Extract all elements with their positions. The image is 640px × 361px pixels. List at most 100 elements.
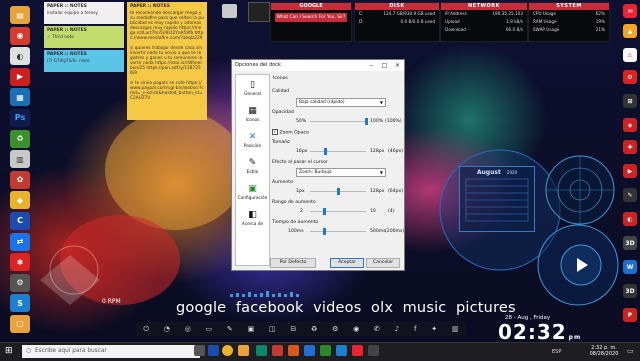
link-pictures[interactable]: pictures — [456, 300, 516, 316]
maximize-icon[interactable]: □ — [378, 60, 391, 71]
link-google[interactable]: google — [176, 300, 226, 316]
desktop-icon[interactable]: ◐ — [10, 47, 30, 66]
notification-icon[interactable]: ▭ — [627, 347, 634, 355]
desktop-icon[interactable]: ✱ — [10, 253, 30, 272]
google-search-input[interactable]: What Can I Search For You, Sir? — [275, 13, 347, 22]
skype-icon[interactable]: S — [10, 294, 30, 313]
desktop-icon[interactable]: ◆ — [10, 191, 30, 210]
desktop-icon[interactable]: C — [10, 211, 30, 230]
taskbar-app-icon[interactable] — [352, 345, 363, 356]
dock-icon[interactable]: ⏻ — [143, 325, 149, 334]
app-icon[interactable]: W — [623, 260, 637, 274]
dock-icon[interactable]: ◎ — [185, 325, 191, 333]
default-button[interactable]: Por Defecto — [270, 258, 316, 268]
app-icon[interactable]: ▲ — [623, 24, 637, 38]
taskbar-app-icon[interactable] — [304, 345, 315, 356]
close-icon[interactable]: × — [391, 60, 404, 71]
opacidad-slider-track[interactable] — [310, 121, 366, 122]
app-icon[interactable]: ⚠ — [623, 48, 637, 62]
dock-icon[interactable]: ⊟ — [290, 325, 296, 333]
desktop-icon[interactable]: ⇄ — [10, 232, 30, 251]
opacidad-slider-thumb[interactable] — [364, 118, 368, 125]
taskbar-search-input[interactable]: Escribe aquí para buscar — [22, 345, 200, 358]
sidebar-item-general[interactable]: ▯ General — [236, 79, 269, 101]
photoshop-icon[interactable]: Ps — [10, 108, 30, 127]
taskbar-app-icon[interactable] — [272, 345, 283, 356]
desktop-icon[interactable]: ♻ — [10, 129, 30, 148]
dock-icon[interactable]: ✎ — [227, 325, 233, 333]
sidebar-item-estilo[interactable]: ✎ Estilo — [236, 157, 269, 179]
youtube-icon[interactable]: ▶ — [623, 164, 637, 178]
dock-icon[interactable]: ◔ — [164, 325, 170, 333]
dock-icon[interactable]: ▥ — [452, 325, 459, 333]
note-widget[interactable]: PAPER :: NOTES te recomiendo descargar m… — [127, 2, 207, 120]
taskbar-app-icon[interactable] — [336, 345, 347, 356]
sidebar-item-configuracion[interactable]: ▣ Configuración — [236, 183, 269, 205]
dock-icon[interactable]: ♪ — [395, 325, 399, 333]
app-icon[interactable]: 3D — [623, 236, 637, 250]
desktop-icon[interactable]: ✿ — [10, 170, 30, 189]
youtube-icon[interactable]: ▶ — [10, 67, 30, 86]
taskbar-app-icon[interactable] — [288, 345, 299, 356]
link-music[interactable]: music — [403, 300, 447, 316]
desktop-icon[interactable]: ▤ — [10, 6, 30, 24]
media-player-icon[interactable] — [248, 2, 270, 22]
taskbar-app-icon[interactable] — [368, 345, 379, 356]
app-icon[interactable]: ◐ — [623, 212, 637, 226]
desktop-icon[interactable]: ▢ — [10, 314, 30, 333]
desktop-icon[interactable]: ▥ — [10, 150, 30, 169]
dock-icon[interactable]: ✆ — [374, 325, 380, 333]
ok-button[interactable]: Aceptar — [330, 258, 364, 268]
sidebar-item-acerca[interactable]: ◧ Acerca de — [236, 209, 269, 231]
link-olx[interactable]: olx — [371, 300, 393, 316]
dock-icon[interactable]: ♻ — [311, 325, 317, 333]
taskbar-app-icon[interactable] — [320, 345, 331, 356]
folder-icon[interactable] — [238, 345, 249, 356]
dock-icon[interactable]: ▣ — [248, 325, 255, 333]
rango-slider-thumb[interactable] — [322, 208, 326, 215]
app-icon[interactable]: ✚ — [623, 140, 637, 154]
zoom-opaco-checkbox[interactable]: ✓ — [272, 129, 278, 135]
desktop-shortcut-icon[interactable] — [222, 4, 237, 18]
tiempo-slider-thumb[interactable] — [322, 228, 326, 235]
taskbar-app-icon[interactable] — [208, 345, 219, 356]
app-icon[interactable]: ◈ — [623, 118, 637, 132]
minimize-icon[interactable]: – — [365, 60, 378, 71]
zoom-opaco-checkbox-row[interactable]: ✓ Zoom Opaco — [272, 129, 309, 136]
sidebar-item-posicion[interactable]: ✕ Posición — [236, 131, 269, 153]
windows-start-icon[interactable]: ⊞ — [5, 346, 13, 356]
language-indicator[interactable]: ESP — [552, 349, 561, 355]
note-widget[interactable]: PAPER :: NOTES instalar equipo a teresy — [44, 2, 124, 24]
desktop-icon[interactable]: ◉ — [10, 26, 30, 45]
app-icon[interactable]: 3D — [623, 284, 637, 298]
taskbar-clock[interactable]: 2:32 p. m. 08/28/2020 — [586, 345, 622, 357]
app-icon[interactable]: ⚙ — [623, 70, 637, 84]
tamano-slider-thumb[interactable] — [323, 148, 327, 155]
dock-icon[interactable]: f — [414, 325, 416, 333]
note-widget[interactable]: PAPER :: NOTES i7i G7#g7&%- nlare — [44, 50, 124, 72]
task-view-icon[interactable] — [194, 345, 205, 356]
dock-icon[interactable]: ✦ — [431, 325, 437, 333]
dock-icon[interactable]: ⚙ — [332, 325, 338, 333]
dock-icon[interactable]: ▭ — [206, 325, 213, 333]
app-icon[interactable]: ⊞ — [623, 94, 637, 108]
desktop-icon[interactable]: ▦ — [10, 88, 30, 107]
app-icon[interactable]: ✎ — [623, 188, 637, 202]
note-widget[interactable]: PAPER :: NOTES ✓ Third note — [44, 26, 124, 48]
calidad-select[interactable]: Baja calidad (rápido) ▼ — [296, 98, 386, 107]
media-control-widget[interactable] — [556, 240, 606, 290]
tiempo-slider-track[interactable] — [310, 231, 366, 232]
tamano-slider-track[interactable] — [310, 151, 366, 152]
link-facebook[interactable]: facebook — [236, 300, 304, 316]
link-videos[interactable]: videos — [313, 300, 361, 316]
chrome-icon[interactable] — [222, 345, 233, 356]
dock-icon[interactable]: ◫ — [269, 325, 276, 333]
taskbar-app-icon[interactable] — [256, 345, 267, 356]
aumento-slider-thumb[interactable] — [336, 188, 340, 195]
efecto-select[interactable]: Zoom: Burbuja ▼ — [296, 168, 386, 177]
desktop-icon[interactable]: ⚙ — [10, 273, 30, 292]
cancel-button[interactable]: Cancelar — [366, 258, 400, 268]
app-icon[interactable]: P — [623, 308, 637, 322]
dock-icon[interactable]: ◉ — [353, 325, 359, 333]
app-icon[interactable]: ✉ — [623, 4, 637, 18]
